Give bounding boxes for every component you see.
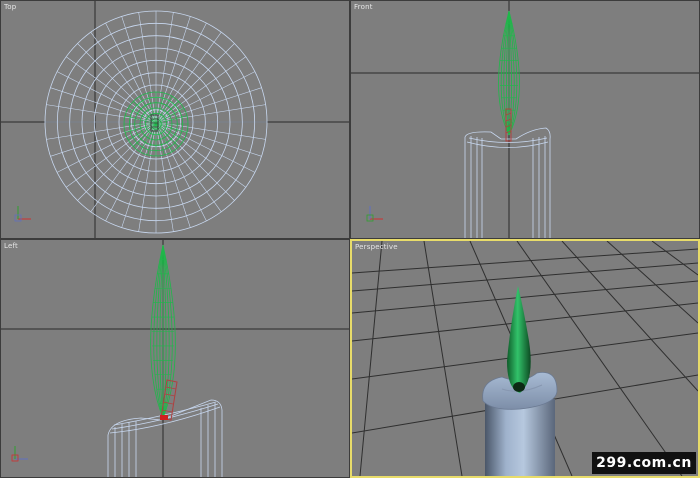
flame-top-wireframe (123, 91, 189, 157)
flame-shaded (507, 286, 531, 393)
front-view-scene (351, 1, 699, 238)
top-view-scene (1, 1, 349, 238)
viewport-top[interactable]: Top (0, 0, 350, 239)
left-view-scene (1, 240, 349, 477)
axis-gizmo (366, 206, 383, 222)
perspective-view-scene (352, 241, 698, 476)
flame-front-wireframe (498, 10, 520, 136)
viewport-left[interactable]: Left (0, 239, 350, 478)
watermark: 299.com.cn (592, 452, 696, 474)
viewport-front[interactable]: Front (350, 0, 700, 239)
axis-gizmo (14, 206, 31, 222)
flame-left-wireframe (150, 244, 176, 419)
candle-front-wireframe (464, 127, 551, 238)
viewport-perspective[interactable]: Perspective (350, 239, 700, 478)
axis-gizmo (11, 446, 28, 462)
